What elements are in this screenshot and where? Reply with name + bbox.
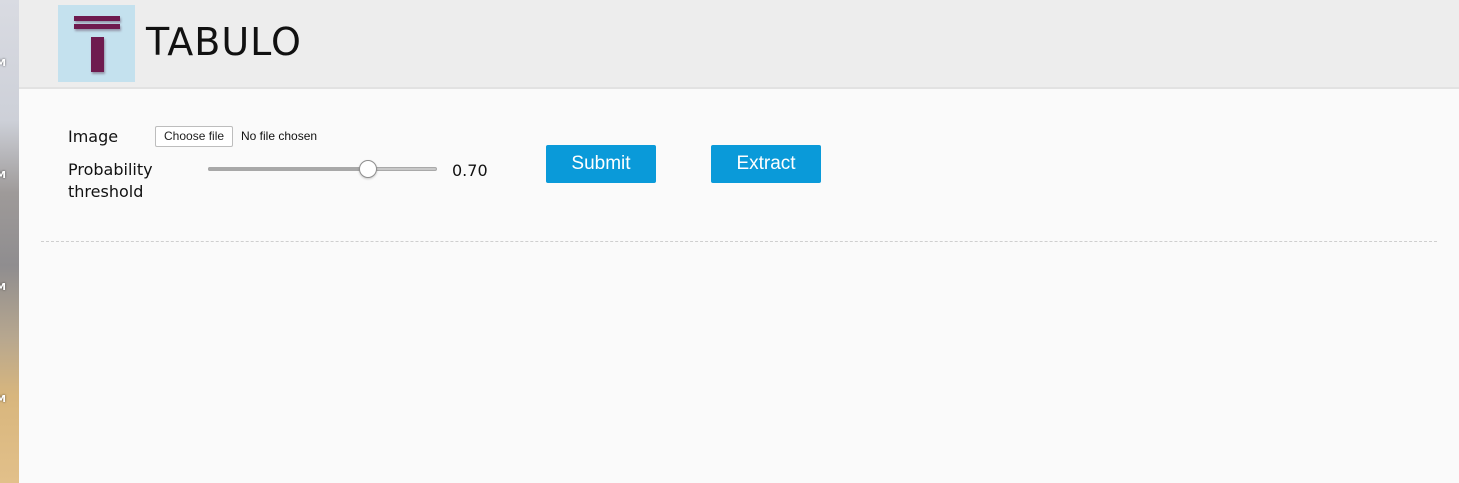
image-label: Image xyxy=(68,127,119,146)
app-title: TABULO xyxy=(146,20,302,64)
file-status-text: No file chosen xyxy=(241,129,318,143)
tabulo-logo-icon xyxy=(58,5,135,82)
slider-thumb[interactable] xyxy=(359,160,377,178)
desktop-clipped-label: M xyxy=(0,170,6,181)
submit-button[interactable]: Submit xyxy=(546,145,656,183)
slider-fill xyxy=(208,167,368,171)
section-divider xyxy=(41,241,1437,242)
app-window: TABULO Image Choose file No file chosen … xyxy=(19,0,1459,483)
logo-bar-top xyxy=(74,16,120,21)
desktop-clipped-label: M xyxy=(0,394,6,405)
desktop-background-strip: M M M M xyxy=(0,0,19,483)
logo-bar-stem xyxy=(91,37,104,72)
extract-button[interactable]: Extract xyxy=(711,145,821,183)
desktop-clipped-label: M xyxy=(0,282,6,293)
probability-threshold-slider[interactable] xyxy=(208,160,437,178)
choose-file-button[interactable]: Choose file xyxy=(155,126,234,147)
desktop-clipped-label: M xyxy=(0,58,6,69)
probability-threshold-value: 0.70 xyxy=(452,161,488,180)
probability-threshold-label: Probability threshold xyxy=(68,160,153,201)
app-header: TABULO xyxy=(19,0,1459,89)
logo-bar-second xyxy=(74,24,120,29)
